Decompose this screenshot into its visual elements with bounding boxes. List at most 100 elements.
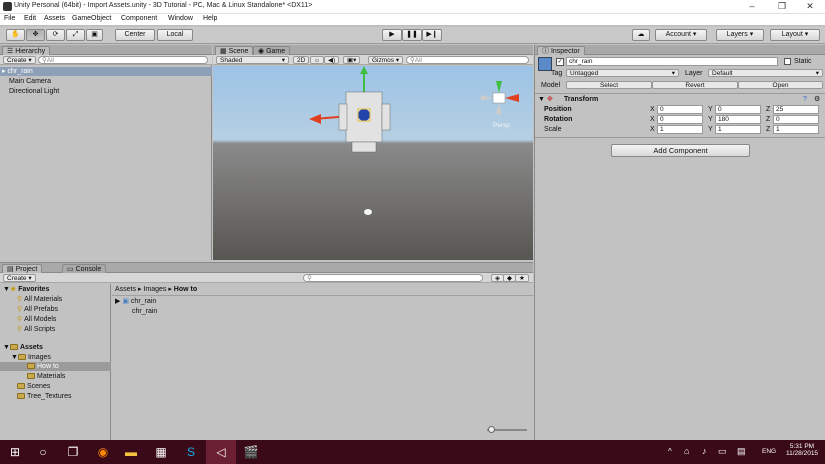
hierarchy-item-main-camera[interactable]: Main Camera [9, 77, 51, 86]
tray-up-arrow-icon[interactable]: ^ [668, 447, 672, 456]
minimize-button[interactable]: – [740, 0, 764, 13]
scale-z-field[interactable]: 1 [773, 125, 819, 134]
model-revert-button[interactable]: Revert [652, 81, 738, 89]
model-select-button[interactable]: Select [566, 81, 652, 89]
store-icon[interactable]: ▦ [152, 443, 170, 461]
add-component-button[interactable]: Add Component [611, 144, 750, 157]
hand-tool-icon[interactable]: ✋ [6, 29, 25, 41]
file-explorer-icon[interactable]: ▬ [122, 443, 140, 461]
layout-dropdown[interactable]: Layout ▾ [770, 29, 820, 41]
breadcrumb-images[interactable]: Images [143, 286, 166, 293]
scene-search-input[interactable]: ⚲All [406, 56, 529, 64]
windows-start-icon[interactable]: ⊞ [6, 443, 24, 461]
lighting-toggle-icon[interactable]: ☼ [310, 56, 324, 64]
folder-scenes[interactable]: Scenes [17, 382, 50, 391]
firefox-icon[interactable]: ◉ [94, 443, 112, 461]
layer-dropdown[interactable]: Default ▾ [708, 69, 823, 77]
pivot-local-button[interactable]: Local [157, 29, 193, 41]
pause-button[interactable]: ❚❚ [402, 29, 422, 41]
file-item-chr-rain[interactable]: chr_rain [132, 307, 157, 316]
folder-tree-textures[interactable]: Tree_Textures [17, 392, 71, 401]
rotation-x-field[interactable]: 0 [657, 115, 703, 124]
component-settings-icon[interactable]: ⚙ [814, 95, 820, 104]
model-open-button[interactable]: Open [738, 81, 823, 89]
audio-toggle-icon[interactable]: ◀) [324, 56, 340, 64]
transform-foldout-icon[interactable]: ▼ [538, 95, 545, 104]
language-indicator[interactable]: ENG [762, 448, 776, 455]
tab-hierarchy[interactable]: ☰ Hierarchy [2, 46, 51, 55]
scale-y-field[interactable]: 1 [715, 125, 761, 134]
scale-tool-icon[interactable]: ⤢ [66, 29, 85, 41]
cloud-icon[interactable]: ☁ [632, 29, 650, 41]
rotation-y-field[interactable]: 180 [715, 115, 761, 124]
object-name-field[interactable]: chr_rain [566, 57, 778, 66]
step-button[interactable]: ▶❙ [422, 29, 442, 41]
menu-help[interactable]: Help [203, 15, 217, 22]
project-create-button[interactable]: Create ▾ [3, 274, 36, 282]
tab-scene[interactable]: ▦ Scene [215, 46, 254, 55]
favorite-item-all-prefabs[interactable]: ⚲ All Prefabs [17, 305, 58, 314]
scene-viewport[interactable]: Persp [213, 66, 533, 260]
rotation-z-field[interactable]: 0 [773, 115, 819, 124]
icon-size-slider-handle[interactable] [488, 426, 495, 433]
rotate-tool-icon[interactable]: ⟳ [46, 29, 65, 41]
folder-materials[interactable]: Materials [27, 372, 65, 381]
transform-header[interactable]: Transform [564, 95, 598, 104]
position-y-field[interactable]: 0 [715, 105, 761, 114]
layers-dropdown[interactable]: Layers ▾ [716, 29, 764, 41]
rect-tool-icon[interactable]: ▣ [86, 29, 103, 41]
task-view-icon[interactable]: ❐ [64, 443, 82, 461]
tab-inspector[interactable]: ⓘ Inspector [537, 46, 585, 55]
gizmos-dropdown[interactable]: Gizmos ▾ [368, 56, 404, 64]
unity-taskbar-icon[interactable]: ◁ [206, 440, 236, 464]
volume-icon[interactable]: ♪ [702, 446, 707, 456]
help-icon[interactable]: ? [803, 95, 807, 104]
message-icon[interactable]: ▭ [718, 446, 727, 457]
project-search-input[interactable]: ⚲ [303, 274, 483, 282]
active-checkbox[interactable]: ✓ [556, 58, 564, 66]
menu-edit[interactable]: Edit [24, 15, 36, 22]
effects-toggle-icon[interactable]: ▣▾ [343, 56, 361, 64]
tab-project[interactable]: ▤ Project [2, 264, 43, 273]
menu-assets[interactable]: Assets [44, 15, 65, 22]
menu-window[interactable]: Window [168, 15, 193, 22]
skype-icon[interactable]: S [182, 443, 200, 461]
account-dropdown[interactable]: Account ▾ [655, 29, 707, 41]
folder-how-to[interactable]: How to [0, 362, 111, 371]
hierarchy-item-directional-light[interactable]: Directional Light [9, 87, 59, 96]
folder-images[interactable]: ▼ Images [11, 353, 51, 362]
clapper-app-icon[interactable]: 🎬 [242, 443, 260, 461]
file-item-chr-rain-model[interactable]: ▶ ▣ chr_rain [115, 297, 156, 306]
hierarchy-item-chr-rain[interactable]: ▸ chr_rain [0, 67, 212, 76]
pivot-center-button[interactable]: Center [115, 29, 155, 41]
tab-game[interactable]: ◉ Game [253, 46, 291, 55]
assets-header[interactable]: ▼ Assets [3, 343, 43, 352]
notification-icon[interactable]: ▤ [737, 446, 746, 457]
static-checkbox[interactable] [784, 58, 791, 65]
breadcrumb-how-to[interactable]: How to [174, 286, 197, 293]
hierarchy-search-input[interactable]: ⚲All [38, 56, 208, 64]
favorite-item-all-materials[interactable]: ⚲ All Materials [17, 295, 62, 304]
favorites-header[interactable]: ▼★ Favorites [3, 285, 49, 294]
orientation-gizmo[interactable] [481, 81, 519, 114]
clock[interactable]: 5:31 PM 11/28/2015 [786, 443, 818, 457]
breadcrumb-assets[interactable]: Assets [115, 286, 136, 293]
cortana-search-icon[interactable]: ○ [34, 443, 52, 461]
play-button[interactable]: ▶ [382, 29, 402, 41]
menu-component[interactable]: Component [121, 15, 157, 22]
position-z-field[interactable]: 25 [773, 105, 819, 114]
tag-dropdown[interactable]: Untagged ▾ [566, 69, 679, 77]
favorite-item-all-scripts[interactable]: ⚲ All Scripts [17, 325, 55, 334]
move-tool-icon[interactable]: ✥ [26, 29, 45, 41]
maximize-button[interactable]: ❐ [770, 0, 794, 13]
perspective-label[interactable]: Persp [493, 122, 510, 129]
scale-x-field[interactable]: 1 [657, 125, 703, 134]
favorite-item-all-models[interactable]: ⚲ All Models [17, 315, 56, 324]
menu-gameobject[interactable]: GameObject [72, 15, 111, 22]
favorite-star-icon[interactable]: ★ [515, 274, 529, 282]
mode-2d-toggle[interactable]: 2D [293, 56, 310, 64]
hierarchy-create-button[interactable]: Create ▾ [3, 56, 36, 64]
tab-console[interactable]: ▭ Console [62, 264, 107, 273]
close-button[interactable]: ✕ [798, 0, 822, 13]
position-x-field[interactable]: 0 [657, 105, 703, 114]
